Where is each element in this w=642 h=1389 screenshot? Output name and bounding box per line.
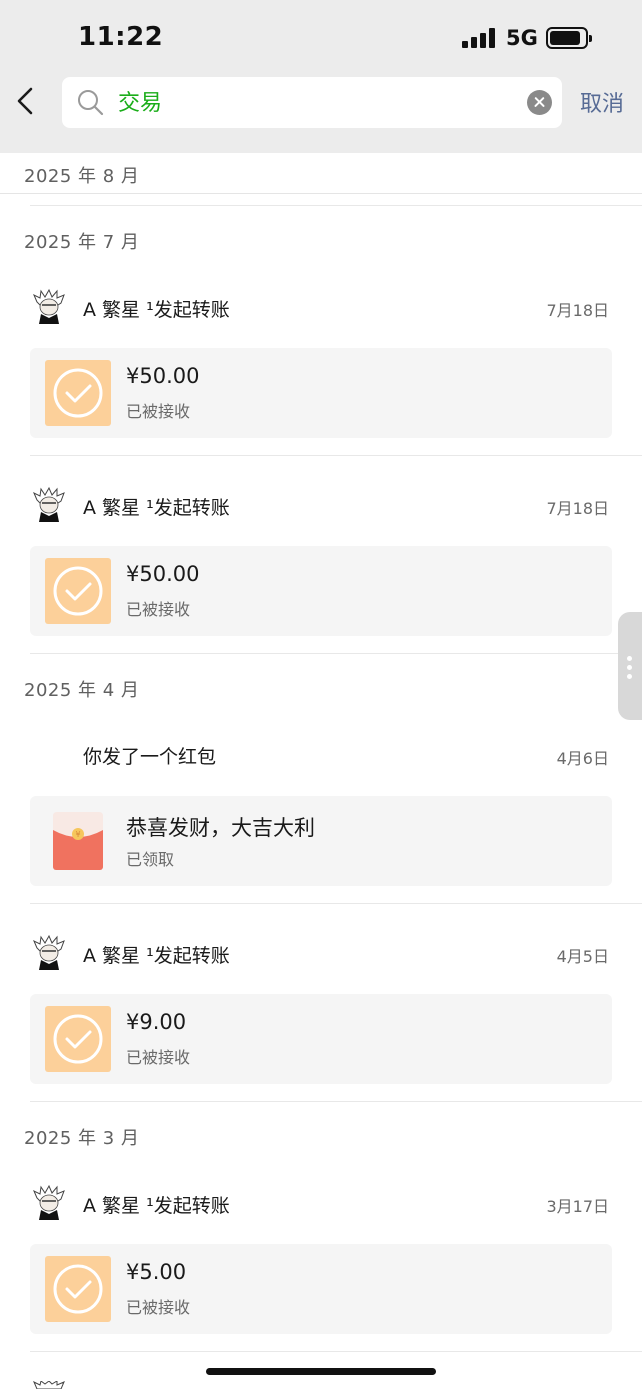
record-date: 7月18日 xyxy=(546,499,609,518)
record-date: 4月6日 xyxy=(556,749,609,768)
transfer-card[interactable]: ¥50.00 已被接收 xyxy=(30,348,612,438)
contact-avatar[interactable] xyxy=(31,1184,67,1220)
transfer-status: 已被接收 xyxy=(126,1298,191,1317)
record-sender: A 繁星 ¹发起转账 xyxy=(83,945,230,967)
red-packet-status: 已领取 xyxy=(126,850,175,869)
red-packet-card[interactable]: ¥ 恭喜发财，大吉大利 已领取 xyxy=(30,796,612,886)
cellular-signal-icon xyxy=(462,28,496,48)
home-indicator[interactable] xyxy=(206,1368,436,1375)
transfer-received-icon xyxy=(45,1006,111,1072)
transfer-card[interactable]: ¥50.00 已被接收 xyxy=(30,546,612,636)
divider xyxy=(30,455,642,456)
month-header-2025-08: 2025 年 8 月 xyxy=(24,166,140,187)
status-time: 11:22 xyxy=(78,22,164,52)
month-header-2025-07: 2025 年 7 月 xyxy=(24,232,140,253)
network-type: 5G xyxy=(506,26,538,50)
transfer-amount: ¥50.00 xyxy=(126,364,200,388)
contact-avatar[interactable] xyxy=(31,486,67,522)
record-sender: 你发了一个红包 xyxy=(83,746,217,768)
search-input[interactable] xyxy=(118,88,498,113)
transfer-status: 已被接收 xyxy=(126,402,191,421)
record-sender: A 繁星 ¹发起转账 xyxy=(83,1195,230,1217)
record-date: 3月17日 xyxy=(546,1197,609,1216)
red-packet-icon: ¥ xyxy=(53,812,103,870)
record-date: 7月18日 xyxy=(546,301,609,320)
divider xyxy=(30,205,642,206)
search-icon xyxy=(78,90,104,116)
transfer-received-icon xyxy=(45,1256,111,1322)
clear-search-button[interactable] xyxy=(527,90,552,115)
record-sender: A 繁星 ¹发起转账 xyxy=(83,497,230,519)
transfer-amount: ¥9.00 xyxy=(126,1010,187,1034)
back-button[interactable] xyxy=(10,82,42,122)
divider xyxy=(30,653,642,654)
record-date: 4月5日 xyxy=(556,947,609,966)
transfer-status: 已被接收 xyxy=(126,1048,191,1067)
transfer-card[interactable]: ¥9.00 已被接收 xyxy=(30,994,612,1084)
contact-avatar[interactable] xyxy=(31,934,67,970)
divider xyxy=(30,903,642,904)
top-bar: 11:22 5G 取消 xyxy=(0,0,642,153)
svg-text:¥: ¥ xyxy=(75,830,80,839)
transfer-amount: ¥50.00 xyxy=(126,562,200,586)
floating-scroll-handle[interactable] xyxy=(618,612,642,720)
month-header-2025-03: 2025 年 3 月 xyxy=(24,1128,140,1149)
search-box[interactable] xyxy=(62,77,562,128)
contact-avatar[interactable] xyxy=(31,288,67,324)
transfer-card[interactable]: ¥5.00 已被接收 xyxy=(30,1244,612,1334)
divider xyxy=(0,193,642,194)
battery-icon xyxy=(546,27,592,49)
red-packet-greeting: 恭喜发财，大吉大利 xyxy=(126,816,315,840)
contact-avatar xyxy=(33,1381,65,1389)
transfer-received-icon xyxy=(45,360,111,426)
divider xyxy=(30,1101,642,1102)
transfer-received-icon xyxy=(45,558,111,624)
chevron-left-icon xyxy=(17,87,33,115)
transfer-status: 已被接收 xyxy=(126,600,191,619)
transfer-amount: ¥5.00 xyxy=(126,1260,187,1284)
divider xyxy=(30,1351,642,1352)
month-header-2025-04: 2025 年 4 月 xyxy=(24,680,140,701)
cancel-button[interactable]: 取消 xyxy=(580,86,624,118)
record-sender: A 繁星 ¹发起转账 xyxy=(83,299,230,321)
